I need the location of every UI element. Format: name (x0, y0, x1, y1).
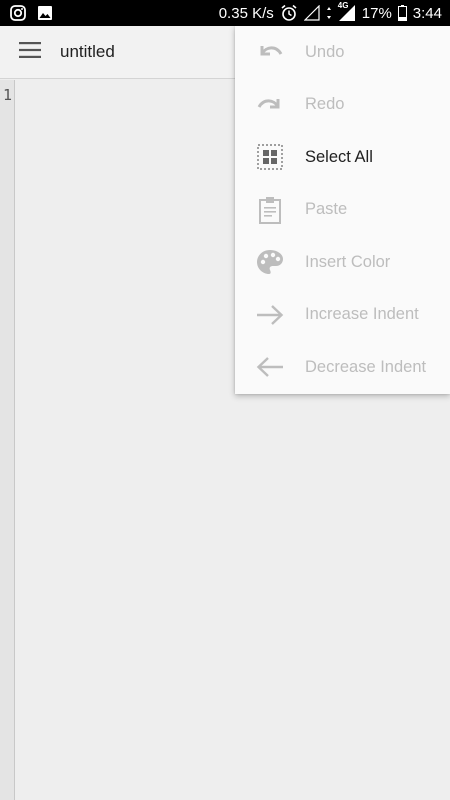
menu-item-label: Insert Color (305, 252, 391, 271)
line-number: 1 (3, 86, 13, 104)
menu-item-label: Increase Indent (305, 305, 419, 324)
select-all-icon (235, 144, 305, 170)
menu-item-label: Undo (305, 42, 345, 61)
menu-item-increase-indent[interactable]: Increase Indent (235, 289, 450, 342)
menu-item-insert-color[interactable]: Insert Color (235, 236, 450, 289)
network-type-label: 4G (337, 1, 349, 10)
menu-item-select-all[interactable]: Select All (235, 131, 450, 184)
data-arrows-icon (326, 6, 332, 20)
menu-item-label: Decrease Indent (305, 357, 427, 376)
menu-item-decrease-indent[interactable]: Decrease Indent (235, 341, 450, 394)
clock: 3:44 (412, 4, 442, 22)
status-bar: 0.35 K/s 4G 17% 3:44 (0, 0, 450, 26)
hamburger-menu-button[interactable] (0, 26, 60, 79)
alarm-icon (280, 4, 298, 22)
menu-item-label: Redo (305, 95, 345, 114)
palette-icon (235, 249, 305, 275)
signal-icon (303, 5, 320, 21)
instagram-icon (10, 5, 26, 21)
document-title: untitled (60, 42, 115, 61)
redo-icon (235, 93, 305, 117)
menu-item-redo[interactable]: Redo (235, 79, 450, 132)
network-speed: 0.35 K/s (218, 4, 274, 22)
line-number-gutter: 1 (0, 80, 15, 800)
paste-icon (235, 196, 305, 224)
menu-item-label: Select All (305, 147, 373, 166)
arrow-left-icon (235, 356, 305, 378)
image-icon (37, 5, 53, 21)
overflow-menu: Undo Redo Select All Paste Insert Color … (235, 26, 450, 394)
hamburger-icon (19, 41, 41, 63)
battery-percent: 17% (361, 4, 392, 22)
menu-item-paste[interactable]: Paste (235, 184, 450, 237)
undo-icon (235, 40, 305, 64)
battery-icon (397, 5, 407, 21)
menu-item-undo[interactable]: Undo (235, 26, 450, 79)
signal-4g-icon: 4G (337, 1, 356, 22)
menu-item-label: Paste (305, 200, 348, 219)
arrow-right-icon (235, 304, 305, 326)
